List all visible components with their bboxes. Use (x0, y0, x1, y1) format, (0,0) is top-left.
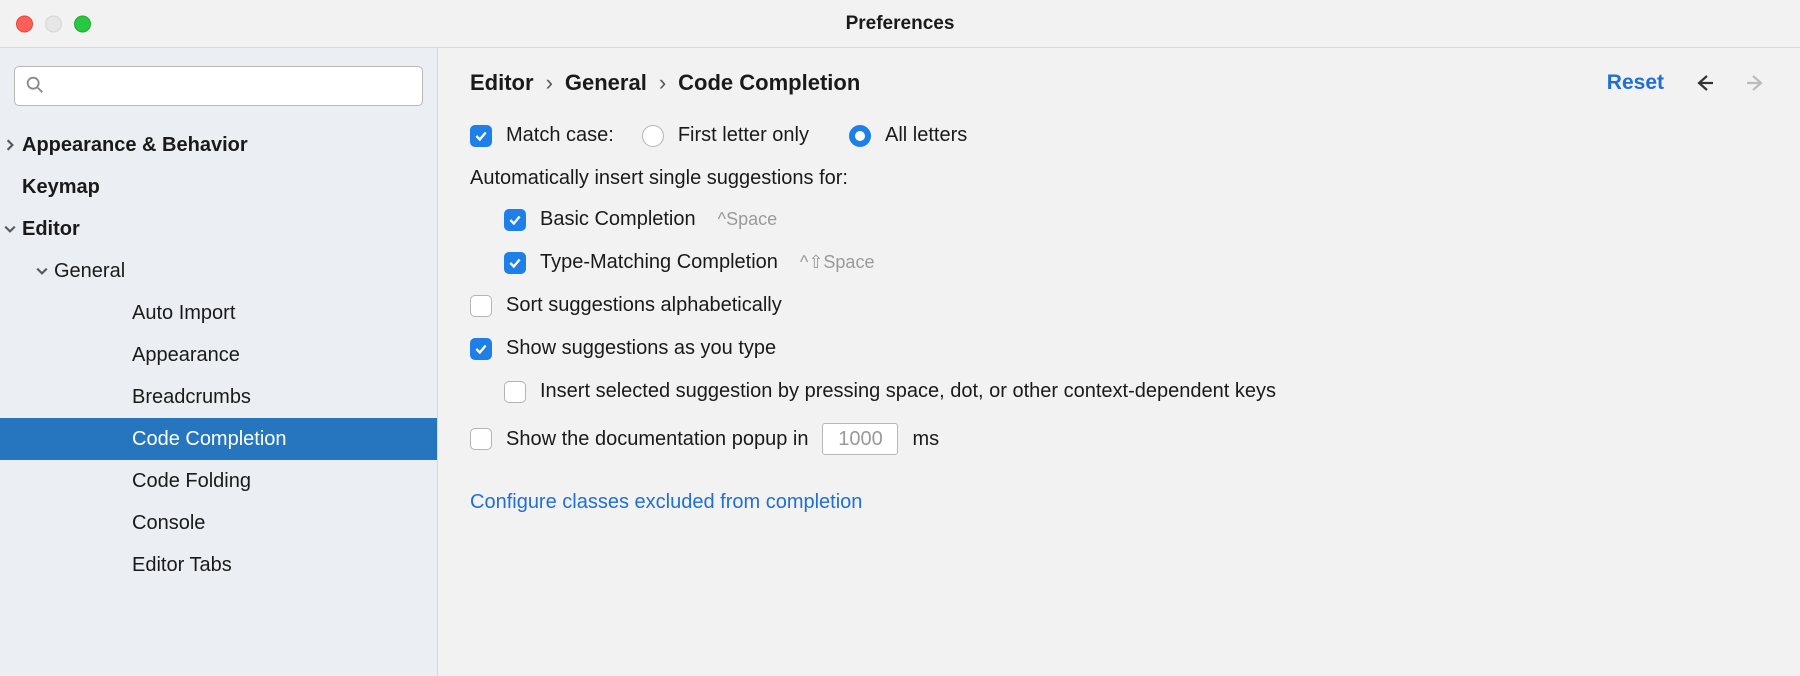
chevron-right-icon[interactable] (0, 139, 22, 151)
sidebar-item-code-folding[interactable]: Code Folding (0, 460, 437, 502)
sidebar-tree: Appearance & Behavior Keymap Editor General… (0, 124, 437, 676)
search-input[interactable] (14, 66, 423, 106)
breadcrumb-part: Code Completion (678, 70, 860, 96)
reset-button[interactable]: Reset (1607, 71, 1664, 95)
first-letter-radio[interactable] (642, 125, 664, 147)
auto-insert-label: Automatically insert single suggestions … (470, 167, 1768, 190)
type-matching-label: Type-Matching Completion (540, 251, 778, 274)
basic-completion-checkbox[interactable] (504, 209, 526, 231)
header-actions: Reset (1607, 71, 1768, 95)
sidebar-item-label: Appearance (132, 344, 240, 367)
sidebar-item-label: Editor (22, 218, 80, 241)
zoom-window-button[interactable] (74, 15, 91, 32)
sidebar-item-appearance[interactable]: Appearance (0, 334, 437, 376)
show-as-type-checkbox[interactable] (470, 338, 492, 360)
type-matching-checkbox[interactable] (504, 252, 526, 274)
close-window-button[interactable] (16, 15, 33, 32)
insert-by-keys-row: Insert selected suggestion by pressing s… (470, 380, 1768, 403)
match-case-radio-group: First letter only All letters (642, 124, 967, 147)
match-case-checkbox[interactable] (470, 125, 492, 147)
nav-back-button[interactable] (1692, 71, 1716, 95)
sidebar: Appearance & Behavior Keymap Editor General… (0, 48, 438, 676)
doc-popup-row: Show the documentation popup in ms (470, 423, 1768, 455)
all-letters-radio[interactable] (849, 125, 871, 147)
breadcrumb-part[interactable]: General (565, 70, 647, 96)
sidebar-item-general[interactable]: General (0, 250, 437, 292)
basic-completion-row: Basic Completion ^Space (470, 208, 1768, 231)
basic-completion-label: Basic Completion (540, 208, 696, 231)
search-icon (24, 74, 46, 102)
sidebar-item-keymap[interactable]: Keymap (0, 166, 437, 208)
sidebar-item-label: Keymap (22, 176, 100, 199)
insert-by-keys-label: Insert selected suggestion by pressing s… (540, 380, 1276, 403)
doc-popup-checkbox[interactable] (470, 428, 492, 450)
breadcrumb-separator: › (546, 70, 553, 96)
sort-alpha-label: Sort suggestions alphabetically (506, 294, 782, 317)
sidebar-item-label: Editor Tabs (132, 554, 232, 577)
preferences-window: Preferences Appearance & Behavior Keymap E… (0, 0, 1800, 676)
titlebar: Preferences (0, 0, 1800, 48)
match-case-label: Match case: (506, 124, 614, 147)
breadcrumb: Editor › General › Code Completion (470, 70, 1607, 96)
first-letter-label: First letter only (678, 124, 809, 147)
match-case-row: Match case: First letter only All letter… (470, 124, 1768, 147)
basic-completion-shortcut: ^Space (718, 209, 777, 230)
all-letters-label: All letters (885, 124, 967, 147)
sidebar-item-console[interactable]: Console (0, 502, 437, 544)
sidebar-item-editor[interactable]: Editor (0, 208, 437, 250)
window-controls (16, 15, 91, 32)
search-wrap (0, 66, 437, 124)
sidebar-item-label: Code Completion (132, 428, 287, 451)
breadcrumb-separator: › (659, 70, 666, 96)
sidebar-item-label: Code Folding (132, 470, 251, 493)
sidebar-item-label: Appearance & Behavior (22, 134, 248, 157)
configure-excluded-link[interactable]: Configure classes excluded from completi… (470, 491, 1768, 514)
type-matching-row: Type-Matching Completion ^⇧Space (470, 251, 1768, 274)
sidebar-item-label: Console (132, 512, 205, 535)
sidebar-item-auto-import[interactable]: Auto Import (0, 292, 437, 334)
sidebar-item-editor-tabs[interactable]: Editor Tabs (0, 544, 437, 586)
sidebar-item-breadcrumbs[interactable]: Breadcrumbs (0, 376, 437, 418)
sidebar-item-appearance-behavior[interactable]: Appearance & Behavior (0, 124, 437, 166)
type-matching-shortcut: ^⇧Space (800, 252, 875, 273)
chevron-down-icon[interactable] (30, 265, 54, 277)
show-as-type-row: Show suggestions as you type (470, 337, 1768, 360)
show-as-type-label: Show suggestions as you type (506, 337, 776, 360)
doc-popup-suffix: ms (912, 428, 939, 451)
chevron-down-icon[interactable] (0, 223, 22, 235)
doc-popup-delay-input[interactable] (822, 423, 898, 455)
insert-by-keys-checkbox[interactable] (504, 381, 526, 403)
sidebar-item-code-completion[interactable]: Code Completion (0, 418, 437, 460)
window-title: Preferences (846, 13, 955, 35)
content-header: Editor › General › Code Completion Reset (470, 70, 1768, 96)
sidebar-item-label: Auto Import (132, 302, 235, 325)
doc-popup-prefix: Show the documentation popup in (506, 428, 808, 451)
minimize-window-button[interactable] (45, 15, 62, 32)
body: Appearance & Behavior Keymap Editor General… (0, 48, 1800, 676)
breadcrumb-part[interactable]: Editor (470, 70, 534, 96)
sort-alpha-checkbox[interactable] (470, 295, 492, 317)
sidebar-item-label: General (54, 260, 125, 283)
content-pane: Editor › General › Code Completion Reset (438, 48, 1800, 676)
sort-alpha-row: Sort suggestions alphabetically (470, 294, 1768, 317)
sidebar-item-label: Breadcrumbs (132, 386, 251, 409)
nav-forward-button (1744, 71, 1768, 95)
